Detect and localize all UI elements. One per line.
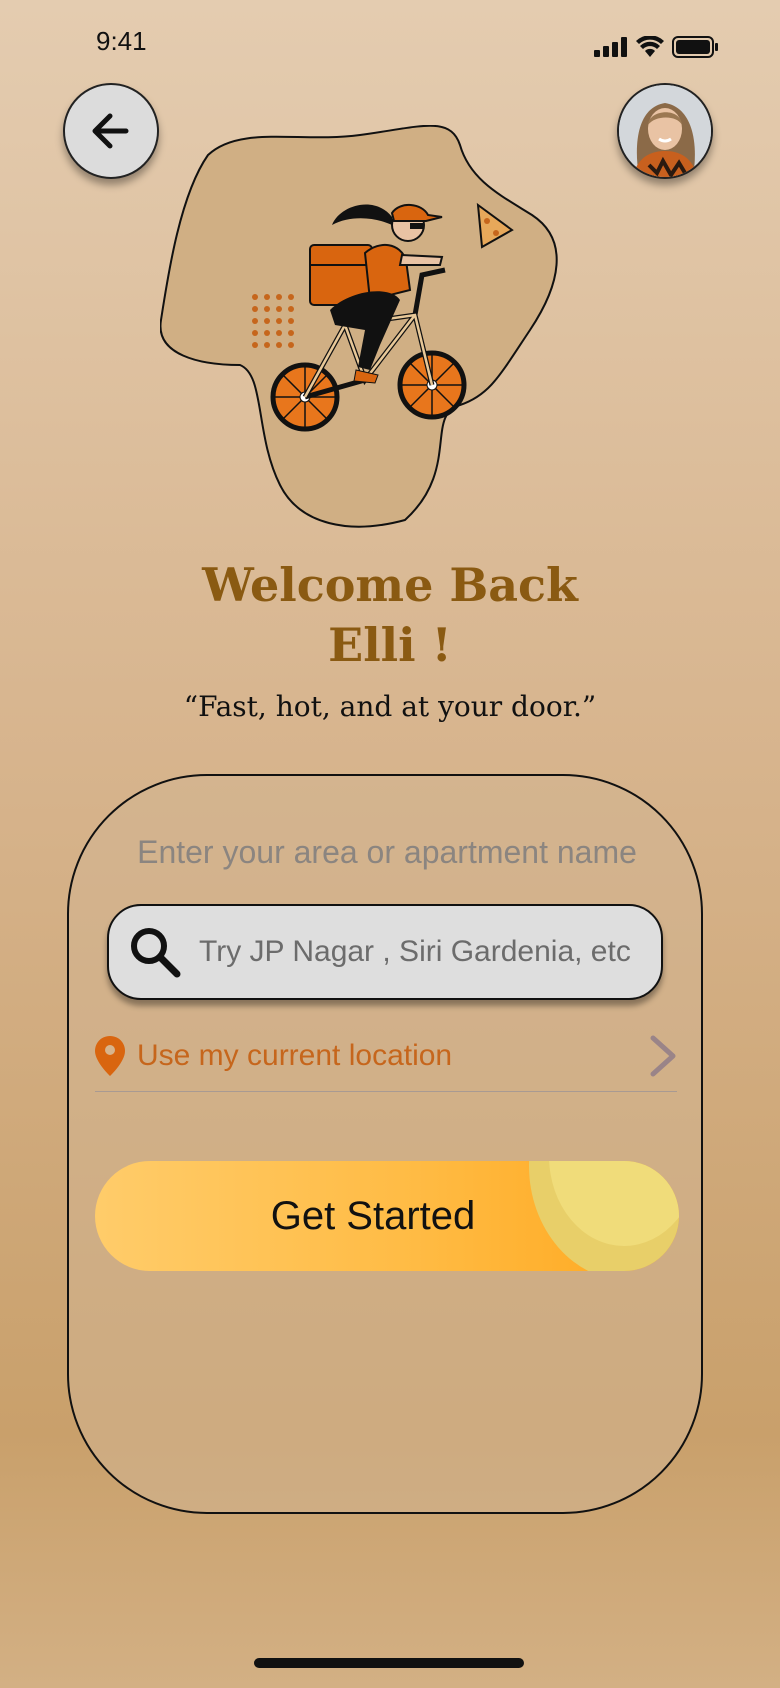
delivery-rider-illustration: [159, 124, 558, 528]
wifi-icon: [636, 36, 664, 57]
welcome-line-1: Welcome Back: [202, 558, 578, 612]
search-input[interactable]: [197, 934, 651, 970]
welcome-line-2: Elli !: [328, 618, 452, 672]
chevron-right-icon: [650, 1035, 676, 1077]
arrow-left-icon: [92, 113, 129, 149]
location-card: Enter your area or apartment name Use my…: [67, 774, 703, 1514]
tagline: “Fast, hot, and at your door.”: [183, 690, 597, 723]
battery-icon: [672, 36, 718, 58]
get-started-label: Get Started: [270, 1193, 476, 1238]
status-icons: [594, 36, 718, 58]
status-time: 9:41: [96, 26, 147, 56]
cellular-signal-icon: [594, 37, 627, 57]
search-icon: [131, 928, 181, 978]
hero-illustration: [159, 124, 610, 535]
user-avatar-icon: [619, 85, 711, 177]
search-field[interactable]: [107, 904, 663, 1000]
avatar[interactable]: [617, 83, 713, 179]
welcome-title: Welcome Back Elli !: [0, 555, 780, 675]
location-pin-icon: [95, 1036, 125, 1076]
current-location-label: Use my current location: [137, 1039, 453, 1072]
get-started-button[interactable]: Get Started: [95, 1161, 679, 1271]
home-indicator: [254, 1658, 524, 1668]
use-current-location-button[interactable]: Use my current location: [95, 1021, 677, 1092]
back-button[interactable]: [63, 83, 159, 179]
card-heading: Enter your area or apartment name: [137, 834, 637, 870]
